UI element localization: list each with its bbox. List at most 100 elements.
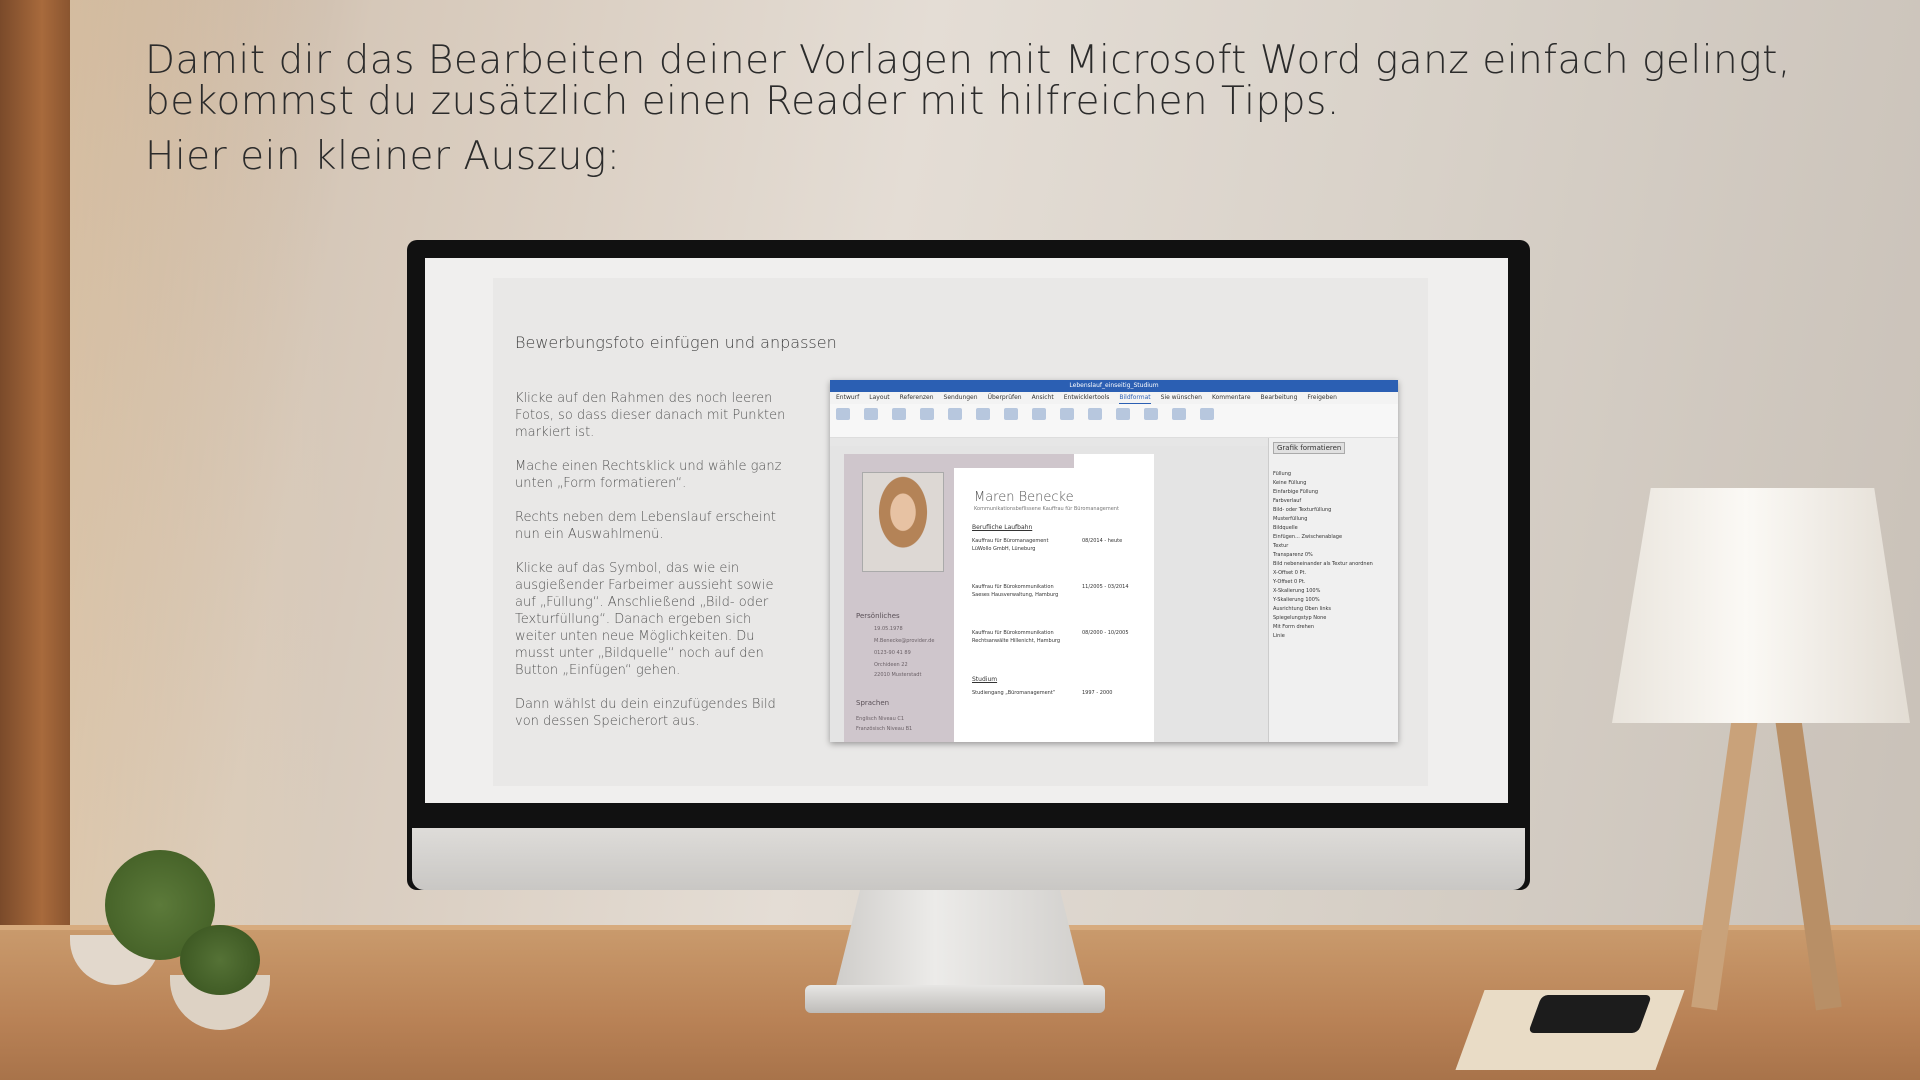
job-title: Kauffrau für Bürokommunikation — [972, 584, 1054, 590]
ribbon-button[interactable] — [948, 408, 962, 420]
headline-line-3: Hier ein kleiner Auszug: — [145, 134, 621, 179]
x-scale-value[interactable]: 100% — [1306, 588, 1320, 594]
ribbon-button[interactable] — [1060, 408, 1074, 420]
fill-option[interactable]: Farbverlauf — [1273, 498, 1394, 504]
job-company: Rechtsanwälte Hillenicht, Hamburg — [972, 638, 1061, 644]
pane-buttons: Einfügen... Zwischenablage — [1273, 534, 1394, 540]
mirror-select[interactable]: None — [1313, 615, 1326, 621]
section-study: Studium — [972, 676, 998, 683]
personal-item: 19.05.1978 — [874, 626, 903, 632]
section-languages: Sprachen — [856, 699, 890, 707]
ribbon-button[interactable] — [892, 408, 906, 420]
ribbon-button[interactable] — [920, 408, 934, 420]
ribbon-button[interactable] — [1088, 408, 1102, 420]
monitor-stand — [835, 890, 1085, 990]
y-scale-value[interactable]: 100% — [1305, 597, 1319, 603]
comments-button[interactable]: Kommentare — [1212, 392, 1251, 404]
alignment-row: Ausrichtung Oben links — [1273, 606, 1394, 612]
insert-button[interactable]: Einfügen... — [1273, 534, 1300, 540]
resume-page: Persönliches 19.05.1978 M.Benecke@provid… — [844, 454, 1154, 742]
phone — [1528, 995, 1652, 1033]
mirror-row: Spiegelungstyp None — [1273, 615, 1394, 621]
personal-item: Orchideen 22 — [874, 662, 908, 668]
tab-entwicklertools[interactable]: Entwicklertools — [1064, 392, 1110, 404]
study-date: 1997 - 2000 — [1082, 690, 1113, 696]
word-document-canvas: Persönliches 19.05.1978 M.Benecke@provid… — [830, 446, 1268, 742]
ribbon-button[interactable] — [1004, 408, 1018, 420]
tab-sendungen[interactable]: Sendungen — [944, 392, 978, 404]
y-offset-label: Y-Offset — [1273, 579, 1293, 585]
x-scale-row: X-Skalierung 100% — [1273, 588, 1394, 594]
resume-subtitle: Kommunikationsbeflissene Kauffrau für Bü… — [974, 506, 1119, 512]
tab-entwurf[interactable]: Entwurf — [836, 392, 859, 404]
tab-layout[interactable]: Layout — [869, 392, 889, 404]
y-offset-value[interactable]: 0 Pt. — [1294, 579, 1305, 585]
texture-label: Textur — [1273, 543, 1289, 549]
alignment-select[interactable]: Oben links — [1305, 606, 1331, 612]
ribbon-button[interactable] — [1144, 408, 1158, 420]
editing-button[interactable]: Bearbeitung — [1261, 392, 1298, 404]
x-offset-value[interactable]: 0 Pt. — [1295, 570, 1306, 576]
profile-photo[interactable] — [862, 472, 944, 572]
ribbon-button[interactable] — [836, 408, 850, 420]
instruction-step: Dann wählst du dein einzufügendes Bild v… — [515, 697, 776, 729]
fill-option[interactable]: Keine Füllung — [1273, 480, 1394, 486]
headline-line-2: bekommst du zusätzlich einen Reader mit … — [145, 79, 1340, 124]
tile-checkbox[interactable]: Bild nebeneinander als Textur anordnen — [1273, 561, 1394, 567]
ribbon-button[interactable] — [1172, 408, 1186, 420]
tab-sie-wuenschen[interactable]: Sie wünschen — [1161, 392, 1202, 404]
tab-ueberpruefen[interactable]: Überprüfen — [988, 392, 1022, 404]
transparency-row: Transparenz 0% — [1273, 552, 1394, 558]
section-career: Berufliche Laufbahn — [972, 524, 1033, 531]
instruction-list: Klicke auf den Rahmen des noch leeren Fo… — [515, 390, 795, 747]
x-offset-label: X-Offset — [1273, 570, 1294, 576]
ribbon-button[interactable] — [1032, 408, 1046, 420]
job-company: LüWollo GmbH, Lüneburg — [972, 546, 1036, 552]
image-source-label: Bildquelle — [1273, 525, 1298, 531]
clipboard-button[interactable]: Zwischenablage — [1301, 534, 1342, 540]
tab-ansicht[interactable]: Ansicht — [1032, 392, 1054, 404]
fill-option-selected[interactable]: Bild- oder Texturfüllung — [1273, 507, 1394, 513]
rotate-checkbox[interactable]: Mit Form drehen — [1273, 624, 1394, 630]
pane-section-line[interactable]: Linie — [1273, 633, 1394, 639]
instruction-step: Mache einen Rechtsklick und wähle ganz u… — [515, 459, 782, 491]
job-date: 08/2014 - heute — [1082, 538, 1123, 544]
fill-option[interactable]: Musterfüllung — [1273, 516, 1394, 522]
instruction-step: Klicke auf das Symbol, das wie ein ausgi… — [515, 561, 774, 678]
instruction-step: Klicke auf den Rahmen des noch leeren Fo… — [515, 391, 786, 440]
ribbon-button[interactable] — [976, 408, 990, 420]
job-title: Kauffrau für Büromanagement — [972, 538, 1049, 544]
ribbon-button[interactable] — [1116, 408, 1130, 420]
alignment-label: Ausrichtung — [1273, 606, 1304, 612]
job-date: 08/2000 - 10/2005 — [1082, 630, 1129, 636]
x-offset-row: X-Offset 0 Pt. — [1273, 570, 1394, 576]
headline: Damit dir das Bearbeiten deiner Vorlagen… — [145, 40, 1845, 177]
word-ribbon-tabs: Entwurf Layout Referenzen Sendungen Über… — [830, 392, 1398, 404]
resume-sidebar: Persönliches 19.05.1978 M.Benecke@provid… — [844, 454, 954, 742]
instruction-step: Rechts neben dem Lebenslauf erscheint nu… — [515, 510, 776, 542]
y-offset-row: Y-Offset 0 Pt. — [1273, 579, 1394, 585]
ribbon-button[interactable] — [1200, 408, 1214, 420]
slide-title: Bewerbungsfoto einfügen und anpassen — [515, 333, 837, 352]
ribbon-button[interactable] — [864, 408, 878, 420]
study-title: Studiengang „Büromanagement“ — [972, 690, 1056, 696]
x-scale-label: X-Skalierung — [1273, 588, 1305, 594]
pane-title: Grafik formatieren — [1273, 442, 1346, 454]
personal-item: 22010 Musterstadt — [874, 672, 922, 678]
monitor-foot — [805, 985, 1105, 1013]
tab-referenzen[interactable]: Referenzen — [900, 392, 934, 404]
language-item: Englisch Niveau C1 — [856, 716, 905, 722]
word-screenshot: Lebenslauf_einseitig_Studium Entwurf Lay… — [830, 380, 1398, 742]
job-company: Saeses Hausverwaltung, Hamburg — [972, 592, 1059, 598]
resume-name: Maren Benecke — [974, 490, 1074, 505]
fill-option[interactable]: Einfarbige Füllung — [1273, 489, 1394, 495]
tab-bildformat[interactable]: Bildformat — [1119, 392, 1151, 404]
window-frame — [0, 0, 70, 1080]
monitor-chin — [412, 828, 1525, 890]
word-ribbon — [830, 404, 1398, 438]
pane-section-fill[interactable]: Füllung — [1273, 471, 1394, 477]
section-personal: Persönliches — [856, 612, 900, 620]
share-button[interactable]: Freigeben — [1307, 392, 1337, 404]
mirror-label: Spiegelungstyp — [1273, 615, 1312, 621]
transparency-value[interactable]: 0% — [1305, 552, 1313, 558]
